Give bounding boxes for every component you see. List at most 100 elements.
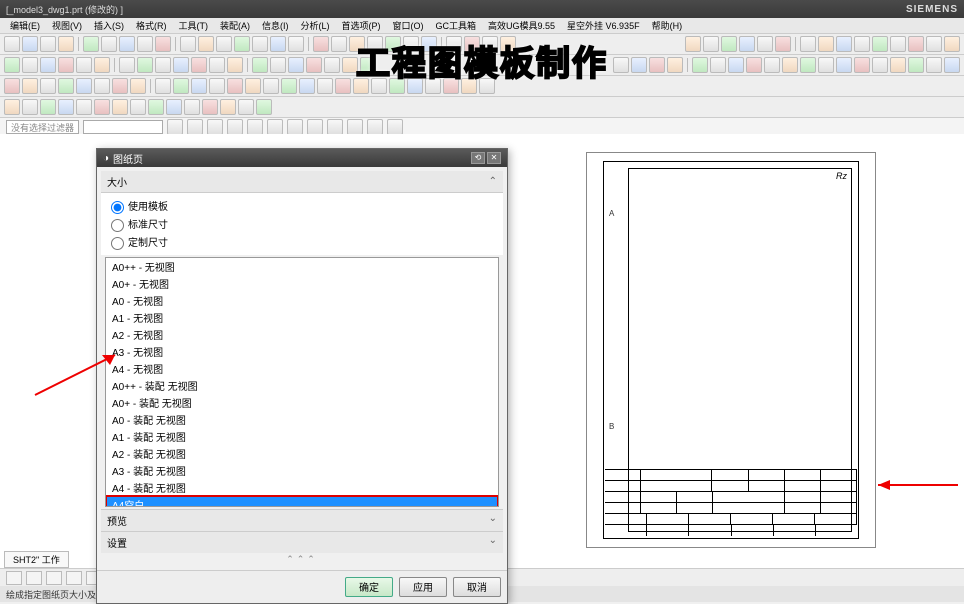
snap-icon[interactable]	[367, 119, 383, 135]
toolbar-icon[interactable]	[349, 36, 365, 52]
toolbar-icon[interactable]	[22, 57, 38, 73]
toolbar-icon[interactable]	[342, 57, 358, 73]
toolbar-icon[interactable]	[40, 36, 56, 52]
toolbar-icon[interactable]	[4, 99, 20, 115]
toolbar-icon[interactable]	[209, 57, 225, 73]
toolbar-icon[interactable]	[58, 99, 74, 115]
snap-icon[interactable]	[287, 119, 303, 135]
toolbar-icon[interactable]	[173, 78, 189, 94]
toolbar-icon[interactable]	[130, 99, 146, 115]
toolbar-icon[interactable]	[112, 78, 128, 94]
radio-standard[interactable]: 标准尺寸	[111, 215, 493, 233]
menu-item[interactable]: 星空外挂 V6.935F	[561, 19, 646, 32]
toolbar-icon[interactable]	[238, 99, 254, 115]
list-item[interactable]: A0 - 装配 无视图	[106, 411, 498, 428]
menu-item[interactable]: 插入(S)	[88, 19, 130, 32]
toolbar-icon[interactable]	[227, 78, 243, 94]
menu-item[interactable]: 格式(R)	[130, 19, 173, 32]
toolbar-icon[interactable]	[58, 78, 74, 94]
radio-use-template[interactable]: 使用模板	[111, 197, 493, 215]
list-item[interactable]: A0 - 无视图	[106, 292, 498, 309]
status-icon[interactable]	[26, 571, 42, 585]
toolbar-icon[interactable]	[482, 36, 498, 52]
status-icon[interactable]	[6, 571, 22, 585]
dialog-pin-icon[interactable]: ⟲	[471, 152, 485, 164]
toolbar-icon[interactable]	[263, 78, 279, 94]
toolbar-icon[interactable]	[191, 57, 207, 73]
toolbar-icon[interactable]	[58, 36, 74, 52]
snap-icon[interactable]	[187, 119, 203, 135]
toolbar-icon[interactable]	[130, 78, 146, 94]
toolbar-icon[interactable]	[836, 36, 852, 52]
menu-item[interactable]: 高效UG模具9.55	[482, 19, 561, 32]
status-icon[interactable]	[46, 571, 62, 585]
toolbar-icon[interactable]	[872, 36, 888, 52]
toolbar-icon[interactable]	[746, 57, 762, 73]
toolbar-icon[interactable]	[692, 57, 708, 73]
section-settings[interactable]: 设置	[101, 531, 503, 553]
snap-icon[interactable]	[347, 119, 363, 135]
toolbar-icon[interactable]	[112, 99, 128, 115]
toolbar-icon[interactable]	[245, 78, 261, 94]
toolbar-icon[interactable]	[4, 78, 20, 94]
toolbar-icon[interactable]	[191, 78, 207, 94]
toolbar-icon[interactable]	[818, 36, 834, 52]
toolbar-icon[interactable]	[94, 57, 110, 73]
toolbar-icon[interactable]	[76, 78, 92, 94]
toolbar-icon[interactable]	[500, 36, 516, 52]
toolbar-icon[interactable]	[173, 57, 189, 73]
toolbar-icon[interactable]	[421, 36, 437, 52]
toolbar-icon[interactable]	[22, 99, 38, 115]
toolbar-icon[interactable]	[353, 78, 369, 94]
list-item[interactable]: A0++ - 无视图	[106, 258, 498, 275]
toolbar-icon[interactable]	[782, 57, 798, 73]
list-item[interactable]: A2 - 装配 无视图	[106, 445, 498, 462]
drawing-preview[interactable]: Rz A B	[586, 152, 876, 548]
snap-icon[interactable]	[207, 119, 223, 135]
toolbar-icon[interactable]	[94, 78, 110, 94]
toolbar-icon[interactable]	[119, 36, 135, 52]
menu-item[interactable]: 装配(A)	[214, 19, 256, 32]
toolbar-icon[interactable]	[335, 78, 351, 94]
toolbar-icon[interactable]	[166, 99, 182, 115]
list-item[interactable]: A3 - 装配 无视图	[106, 462, 498, 479]
toolbar-icon[interactable]	[703, 36, 719, 52]
toolbar-icon[interactable]	[685, 36, 701, 52]
toolbar-icon[interactable]	[908, 57, 924, 73]
toolbar-icon[interactable]	[94, 99, 110, 115]
toolbar-icon[interactable]	[331, 36, 347, 52]
toolbar-icon[interactable]	[101, 36, 117, 52]
toolbar-icon[interactable]	[180, 36, 196, 52]
toolbar-icon[interactable]	[385, 36, 401, 52]
toolbar-icon[interactable]	[4, 36, 20, 52]
toolbar-icon[interactable]	[209, 78, 225, 94]
toolbar-icon[interactable]	[371, 78, 387, 94]
toolbar-icon[interactable]	[800, 57, 816, 73]
toolbar-icon[interactable]	[389, 78, 405, 94]
toolbar-icon[interactable]	[944, 36, 960, 52]
list-item[interactable]: A0+ - 装配 无视图	[106, 394, 498, 411]
toolbar-icon[interactable]	[288, 36, 304, 52]
snap-icon[interactable]	[267, 119, 283, 135]
menu-item[interactable]: 视图(V)	[46, 19, 88, 32]
toolbar-icon[interactable]	[649, 57, 665, 73]
menu-item[interactable]: 首选项(P)	[336, 19, 387, 32]
toolbar-icon[interactable]	[854, 36, 870, 52]
toolbar-icon[interactable]	[926, 36, 942, 52]
section-size[interactable]: 大小	[101, 171, 503, 193]
snap-icon[interactable]	[307, 119, 323, 135]
toolbar-icon[interactable]	[227, 57, 243, 73]
menu-item[interactable]: 分析(L)	[295, 19, 336, 32]
menu-item[interactable]: 工具(T)	[173, 19, 215, 32]
toolbar-icon[interactable]	[854, 57, 870, 73]
list-item-selected[interactable]: A4空白	[106, 496, 498, 507]
toolbar-icon[interactable]	[461, 78, 477, 94]
toolbar-icon[interactable]	[40, 78, 56, 94]
toolbar-icon[interactable]	[299, 78, 315, 94]
toolbar-icon[interactable]	[40, 99, 56, 115]
toolbar-icon[interactable]	[58, 57, 74, 73]
toolbar-icon[interactable]	[728, 57, 744, 73]
toolbar-icon[interactable]	[256, 99, 272, 115]
toolbar-icon[interactable]	[367, 36, 383, 52]
toolbar-icon[interactable]	[306, 57, 322, 73]
